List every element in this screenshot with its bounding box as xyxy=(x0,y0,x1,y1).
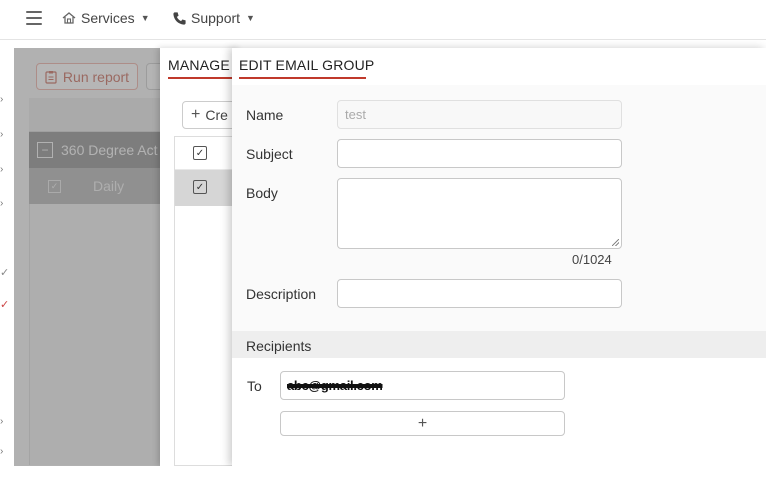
chevron-right-icon[interactable]: › xyxy=(0,198,3,209)
to-label: To xyxy=(247,378,262,394)
row-checkbox[interactable]: ✓ xyxy=(193,180,207,194)
name-label: Name xyxy=(246,107,284,123)
character-counter: 0/1024 xyxy=(572,252,612,267)
chevron-right-icon[interactable]: › xyxy=(0,416,3,427)
edit-title-underline xyxy=(239,77,366,79)
description-field[interactable] xyxy=(337,279,622,308)
chevron-down-icon: ▼ xyxy=(246,13,255,23)
check-icon: ✓ xyxy=(0,299,10,311)
services-icon xyxy=(62,12,76,24)
chevron-right-icon[interactable]: › xyxy=(0,94,3,105)
subject-field[interactable] xyxy=(337,139,622,168)
resize-handle-icon[interactable] xyxy=(612,239,619,246)
manage-title-underline xyxy=(168,77,238,79)
recipients-section-header xyxy=(232,331,766,358)
body-label: Body xyxy=(246,185,278,201)
modal-overlay xyxy=(14,48,164,466)
plus-icon: + xyxy=(417,414,428,432)
chevron-down-icon: ▼ xyxy=(140,13,150,23)
phone-icon xyxy=(173,11,186,25)
to-email-value: abc@gmail.com xyxy=(287,378,383,393)
services-label: Services xyxy=(81,10,135,26)
select-all-checkbox[interactable]: ✓ xyxy=(193,146,207,160)
name-value: test xyxy=(345,107,366,122)
description-label: Description xyxy=(246,286,317,302)
check-icon: ✓ xyxy=(0,267,10,279)
chevron-right-icon[interactable]: › xyxy=(0,129,3,140)
create-label: Cre xyxy=(205,107,228,123)
left-rail: › › › › ✓ ✓ › › xyxy=(0,48,14,466)
list-item[interactable]: ✓ xyxy=(175,170,233,206)
subject-label: Subject xyxy=(246,146,293,162)
bottom-strip xyxy=(0,466,766,486)
body-textarea[interactable] xyxy=(337,178,622,249)
to-email-field[interactable]: abc@gmail.com xyxy=(280,371,565,400)
plus-icon: + xyxy=(191,106,201,123)
support-label: Support xyxy=(191,10,241,26)
support-menu[interactable]: Support ▼ xyxy=(172,10,255,26)
menu-icon[interactable] xyxy=(26,11,42,25)
chevron-right-icon[interactable]: › xyxy=(0,446,3,457)
recipients-label: Recipients xyxy=(246,338,312,354)
list-header-row: ✓ xyxy=(175,137,233,170)
chevron-right-icon[interactable]: › xyxy=(0,164,3,175)
add-recipient-button[interactable]: + xyxy=(280,411,565,436)
services-menu[interactable]: Services ▼ xyxy=(61,10,150,26)
edit-panel-title: EDIT EMAIL GROUP xyxy=(239,57,375,73)
top-navigation-bar: Services ▼ Support ▼ xyxy=(0,0,766,40)
name-field: test xyxy=(337,100,622,129)
